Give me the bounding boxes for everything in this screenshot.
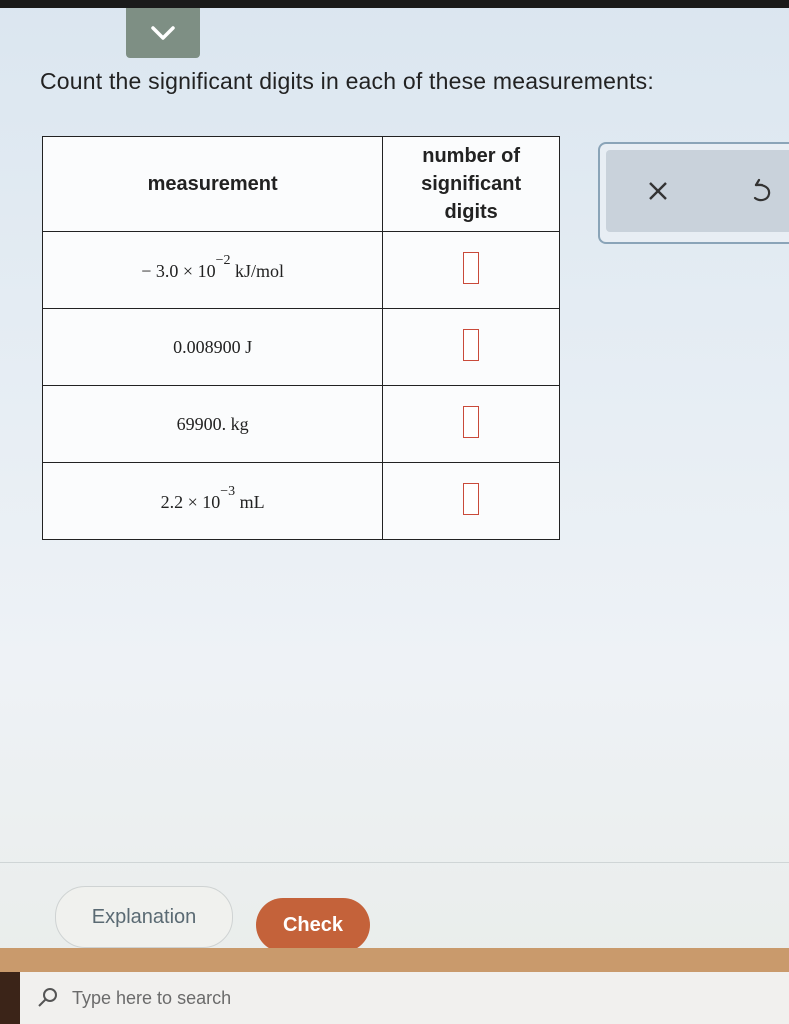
search-placeholder: Type here to search bbox=[72, 987, 232, 1008]
close-icon bbox=[649, 182, 667, 200]
answer-input[interactable] bbox=[463, 328, 480, 361]
check-button[interactable]: Check bbox=[256, 898, 370, 952]
taskbar-search[interactable]: Type here to search bbox=[20, 972, 789, 1024]
footer-divider bbox=[0, 862, 789, 863]
answer-cell bbox=[382, 231, 560, 309]
measurement-cell: 0.008900 J bbox=[41, 308, 384, 386]
table-row: 2.2 × 10−3 mL bbox=[41, 462, 560, 540]
collapse-button[interactable] bbox=[126, 8, 200, 58]
header-number-of-significant-digits: number of significant digits bbox=[382, 136, 560, 232]
measurement-cell: 2.2 × 10−3 mL bbox=[41, 462, 384, 540]
header-line: number of bbox=[422, 145, 521, 167]
answer-input[interactable] bbox=[463, 251, 480, 284]
header-line: digits bbox=[444, 201, 498, 223]
table-header-row: measurement number of significant digits bbox=[41, 136, 560, 232]
header-line: significant bbox=[421, 173, 522, 195]
undo-icon bbox=[753, 178, 771, 202]
monitor-bezel bbox=[0, 0, 789, 8]
measurement-value: 0.008900 J bbox=[173, 336, 253, 357]
header-measurement: measurement bbox=[41, 136, 384, 232]
measurement-table: measurement number of significant digits… bbox=[41, 136, 560, 540]
answer-cell bbox=[382, 462, 560, 540]
measurement-unit: mL bbox=[235, 491, 265, 512]
measurement-mantissa: 2.2 × 10 bbox=[160, 491, 221, 512]
measurement-value: 2.2 × 10−3 mL bbox=[160, 484, 265, 512]
measurement-exponent: −3 bbox=[220, 483, 236, 499]
answer-input[interactable] bbox=[463, 482, 480, 515]
measurement-cell: − 3.0 × 10−2 kJ/mol bbox=[41, 231, 384, 309]
table-row: 0.008900 J bbox=[41, 308, 560, 386]
measurement-cell: 69900. kg bbox=[41, 385, 384, 463]
search-icon bbox=[38, 988, 57, 1007]
table-row: 69900. kg bbox=[41, 385, 560, 463]
measurement-mantissa: − 3.0 × 10 bbox=[141, 260, 216, 281]
undo-button[interactable] bbox=[742, 168, 782, 214]
clear-button[interactable] bbox=[638, 168, 678, 214]
chevron-down-icon bbox=[151, 26, 175, 40]
answer-input[interactable] bbox=[463, 405, 480, 438]
taskbar-edge bbox=[0, 972, 20, 1024]
measurement-value: 69900. kg bbox=[176, 413, 249, 434]
explanation-button[interactable]: Explanation bbox=[55, 886, 233, 948]
screen: Count the significant digits in each of … bbox=[0, 0, 789, 1024]
measurement-unit: kJ/mol bbox=[230, 260, 284, 281]
measurement-exponent: −2 bbox=[215, 252, 231, 268]
answer-cell bbox=[382, 308, 560, 386]
answer-cell bbox=[382, 385, 560, 463]
table-row: − 3.0 × 10−2 kJ/mol bbox=[41, 231, 560, 309]
measurement-value: − 3.0 × 10−2 kJ/mol bbox=[141, 253, 284, 281]
question-prompt: Count the significant digits in each of … bbox=[40, 68, 654, 94]
